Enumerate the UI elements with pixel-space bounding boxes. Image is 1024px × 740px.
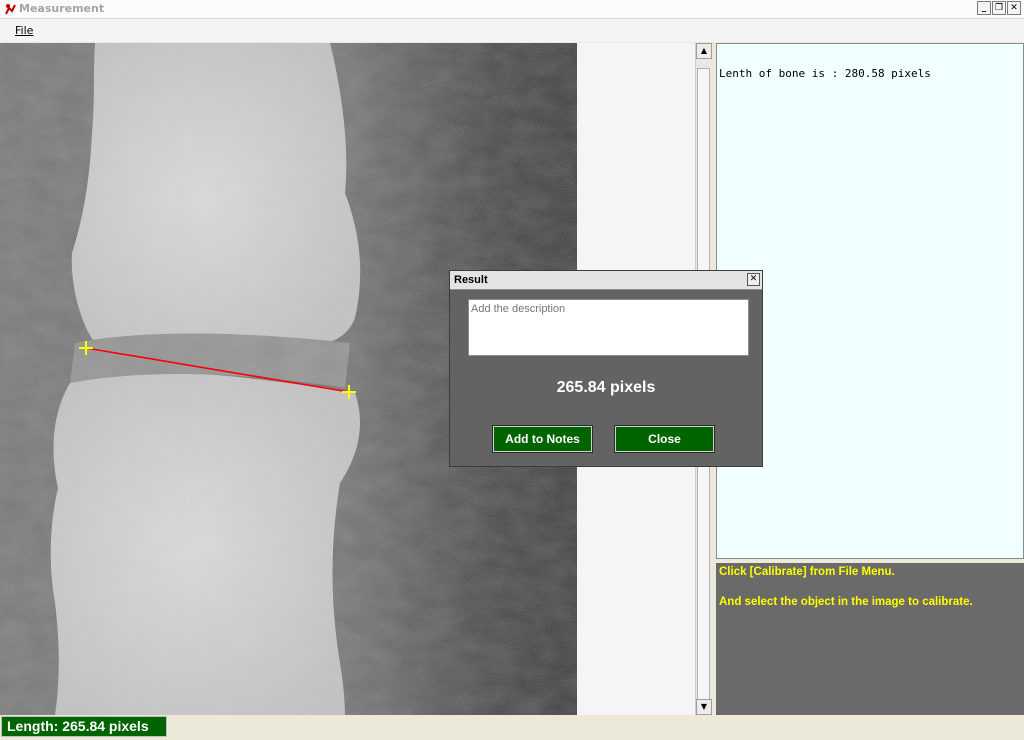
result-value: 265.84 pixels bbox=[556, 379, 656, 396]
notes-text: Lenth of bone is : 280.58 pixels bbox=[719, 67, 931, 80]
dialog-title: Result bbox=[454, 274, 488, 286]
info-line-2: And select the object in the image to ca… bbox=[719, 596, 973, 608]
add-to-notes-button[interactable]: Add to Notes bbox=[492, 425, 593, 453]
status-bar: Length: 265.84 pixels bbox=[0, 715, 1024, 740]
minimize-icon[interactable]: _ bbox=[977, 1, 991, 15]
close-button[interactable]: Close bbox=[614, 425, 715, 453]
restore-icon[interactable]: ❐ bbox=[992, 1, 1006, 15]
scroll-down-arrow-icon[interactable]: ▼ bbox=[696, 699, 712, 715]
close-icon[interactable]: ✕ bbox=[1007, 1, 1021, 15]
window-controls: _ ❐ ✕ bbox=[977, 1, 1021, 15]
menu-file[interactable]: File bbox=[15, 24, 33, 37]
crosshair-marker-icon[interactable] bbox=[79, 341, 93, 355]
dialog-title-bar[interactable]: Result ✕ bbox=[450, 271, 762, 290]
menu-bar: File bbox=[0, 19, 1024, 42]
app-icon bbox=[5, 4, 16, 15]
window-title: Measurement bbox=[19, 2, 105, 15]
result-dialog: Result ✕ 265.84 pixels Add to Notes Clos… bbox=[449, 270, 763, 467]
info-line-1: Click [Calibrate] from File Menu. bbox=[719, 566, 895, 578]
scroll-up-arrow-icon[interactable]: ▲ bbox=[696, 43, 712, 59]
info-panel: Click [Calibrate] from File Menu. And se… bbox=[716, 563, 1024, 715]
close-icon[interactable]: ✕ bbox=[747, 273, 760, 286]
length-readout: Length: 265.84 pixels bbox=[1, 716, 167, 737]
measurement-line bbox=[85, 347, 350, 393]
title-bar: Measurement _ ❐ ✕ bbox=[0, 0, 1024, 19]
crosshair-marker-icon[interactable] bbox=[342, 385, 356, 399]
description-input[interactable] bbox=[468, 299, 749, 356]
